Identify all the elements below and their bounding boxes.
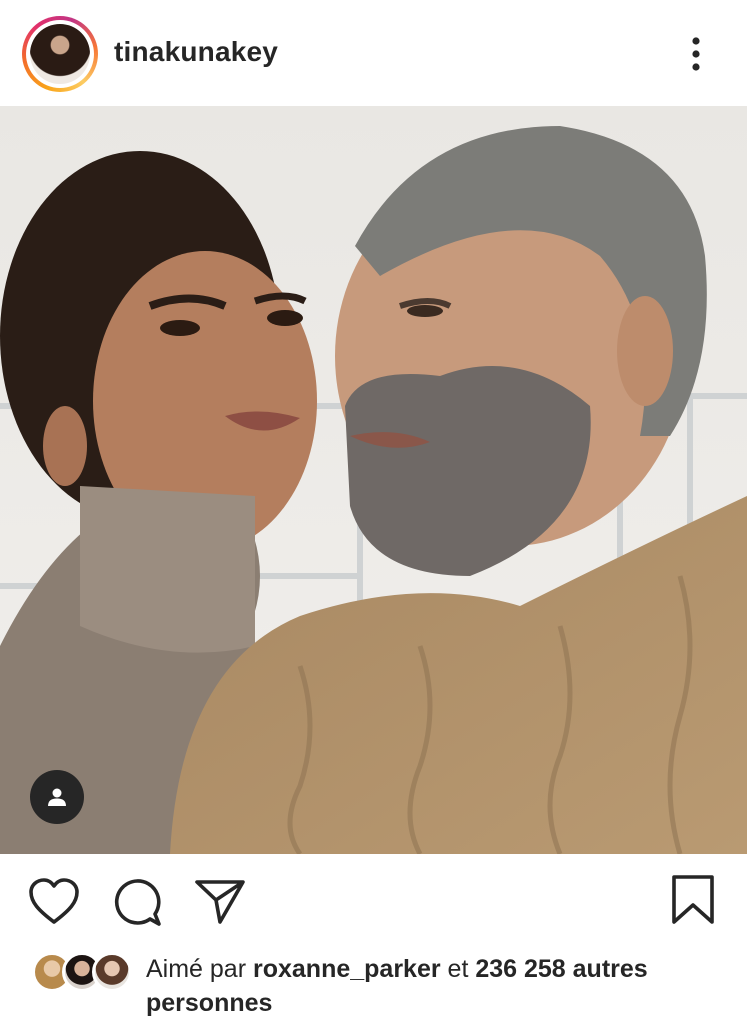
heart-icon[interactable] <box>28 878 80 931</box>
user-tag-icon <box>48 788 66 806</box>
liker-avatar-3[interactable] <box>92 952 132 992</box>
send-icon[interactable] <box>194 878 246 931</box>
post-header: tinakunakey <box>0 0 747 106</box>
username-link[interactable]: tinakunakey <box>114 36 278 68</box>
story-ring[interactable] <box>22 16 98 92</box>
likes-text: Aimé par roxanne_parker et 236 258 autre… <box>146 952 736 1020</box>
photo-illustration <box>0 106 747 854</box>
avatar-image <box>30 24 90 84</box>
avatar[interactable] <box>26 20 94 88</box>
first-liker-link[interactable]: roxanne_parker <box>253 955 441 983</box>
likes-connector: et <box>440 955 476 983</box>
more-vertical-icon[interactable] <box>684 34 708 74</box>
post-photo[interactable] <box>0 106 747 854</box>
bookmark-icon[interactable] <box>670 874 716 931</box>
likes-prefix: Aimé par <box>146 955 253 983</box>
comment-icon[interactable] <box>112 878 162 933</box>
user-tag-button[interactable] <box>30 770 84 824</box>
action-bar <box>0 854 747 950</box>
